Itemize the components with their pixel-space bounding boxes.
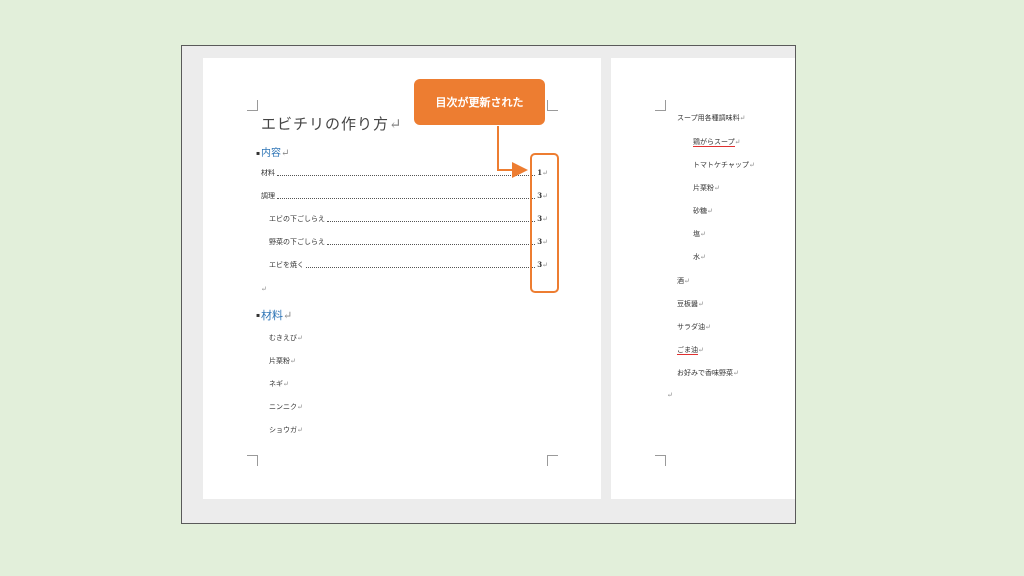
toc-leader (327, 220, 536, 222)
list-item[interactable]: 塩↵ (693, 229, 706, 239)
crop-mark (247, 455, 258, 466)
list-item[interactable]: むきえび↵ (269, 333, 303, 343)
toc-leader (277, 174, 536, 176)
crop-mark (247, 100, 258, 111)
list-item[interactable]: 砂糖↵ (693, 206, 713, 216)
toc-entry-label: 調理 (261, 192, 275, 200)
seasoning-subheading[interactable]: スープ用各種調味料↵ (677, 113, 745, 123)
materials-heading[interactable]: 材料↵ (261, 310, 292, 322)
heading-bullet: ▪ (256, 150, 261, 157)
list-item[interactable]: 水↵ (693, 252, 706, 262)
toc-entry-label: 材料 (261, 169, 275, 177)
toc-entry-label: 野菜の下ごしらえ (269, 238, 325, 246)
list-item[interactable]: 豆板醤↵ (677, 299, 704, 309)
empty-paragraph: ↵ (261, 285, 267, 293)
toc-entry[interactable]: 材料 1 ↵ (261, 168, 548, 178)
toc-entry[interactable]: エビの下ごしらえ 3 ↵ (269, 214, 548, 224)
toc-entry-label: エビを焼く (269, 261, 304, 269)
toc-heading[interactable]: 内容↵ (261, 148, 289, 160)
toc-entry[interactable]: 野菜の下ごしらえ 3 ↵ (269, 237, 548, 247)
crop-mark (655, 100, 666, 111)
toc-page-numbers-highlight (530, 153, 559, 293)
empty-paragraph: ↵ (667, 391, 673, 399)
toc-entry[interactable]: エビを焼く 3 ↵ (269, 260, 548, 270)
document-title[interactable]: エビチリの作り方↵ (261, 114, 403, 134)
toc-leader (306, 266, 536, 268)
toc-leader (277, 197, 536, 199)
toc-entry[interactable]: 調理 3 ↵ (261, 191, 548, 201)
document-page-2: スープ用各種調味料↵ 鶏がらスープ↵ トマトケチャップ↵ 片栗粉↵ 砂糖↵ 塩↵ 水↵ 酒… (611, 58, 795, 499)
callout-label: 目次が更新された (414, 79, 545, 125)
list-item[interactable]: ニンニク↵ (269, 402, 303, 412)
crop-mark (547, 455, 558, 466)
toc-entry-label: エビの下ごしらえ (269, 215, 325, 223)
list-item[interactable]: お好みで香味野菜↵ (677, 368, 739, 378)
crop-mark (547, 100, 558, 111)
list-item[interactable]: 片栗粉↵ (693, 183, 720, 193)
list-item[interactable]: 鶏がらスープ↵ (693, 137, 740, 147)
list-item[interactable]: ショウガ↵ (269, 425, 303, 435)
list-item[interactable]: 酒↵ (677, 276, 690, 286)
list-item[interactable]: サラダ油↵ (677, 322, 711, 332)
heading-bullet: ▪ (256, 312, 261, 319)
list-item[interactable]: トマトケチャップ↵ (693, 160, 755, 170)
toc-leader (327, 243, 536, 245)
crop-mark (655, 455, 666, 466)
list-item[interactable]: 片栗粉↵ (269, 356, 296, 366)
list-item[interactable]: ネギ↵ (269, 379, 289, 389)
list-item[interactable]: ごま油↵ (677, 345, 704, 355)
